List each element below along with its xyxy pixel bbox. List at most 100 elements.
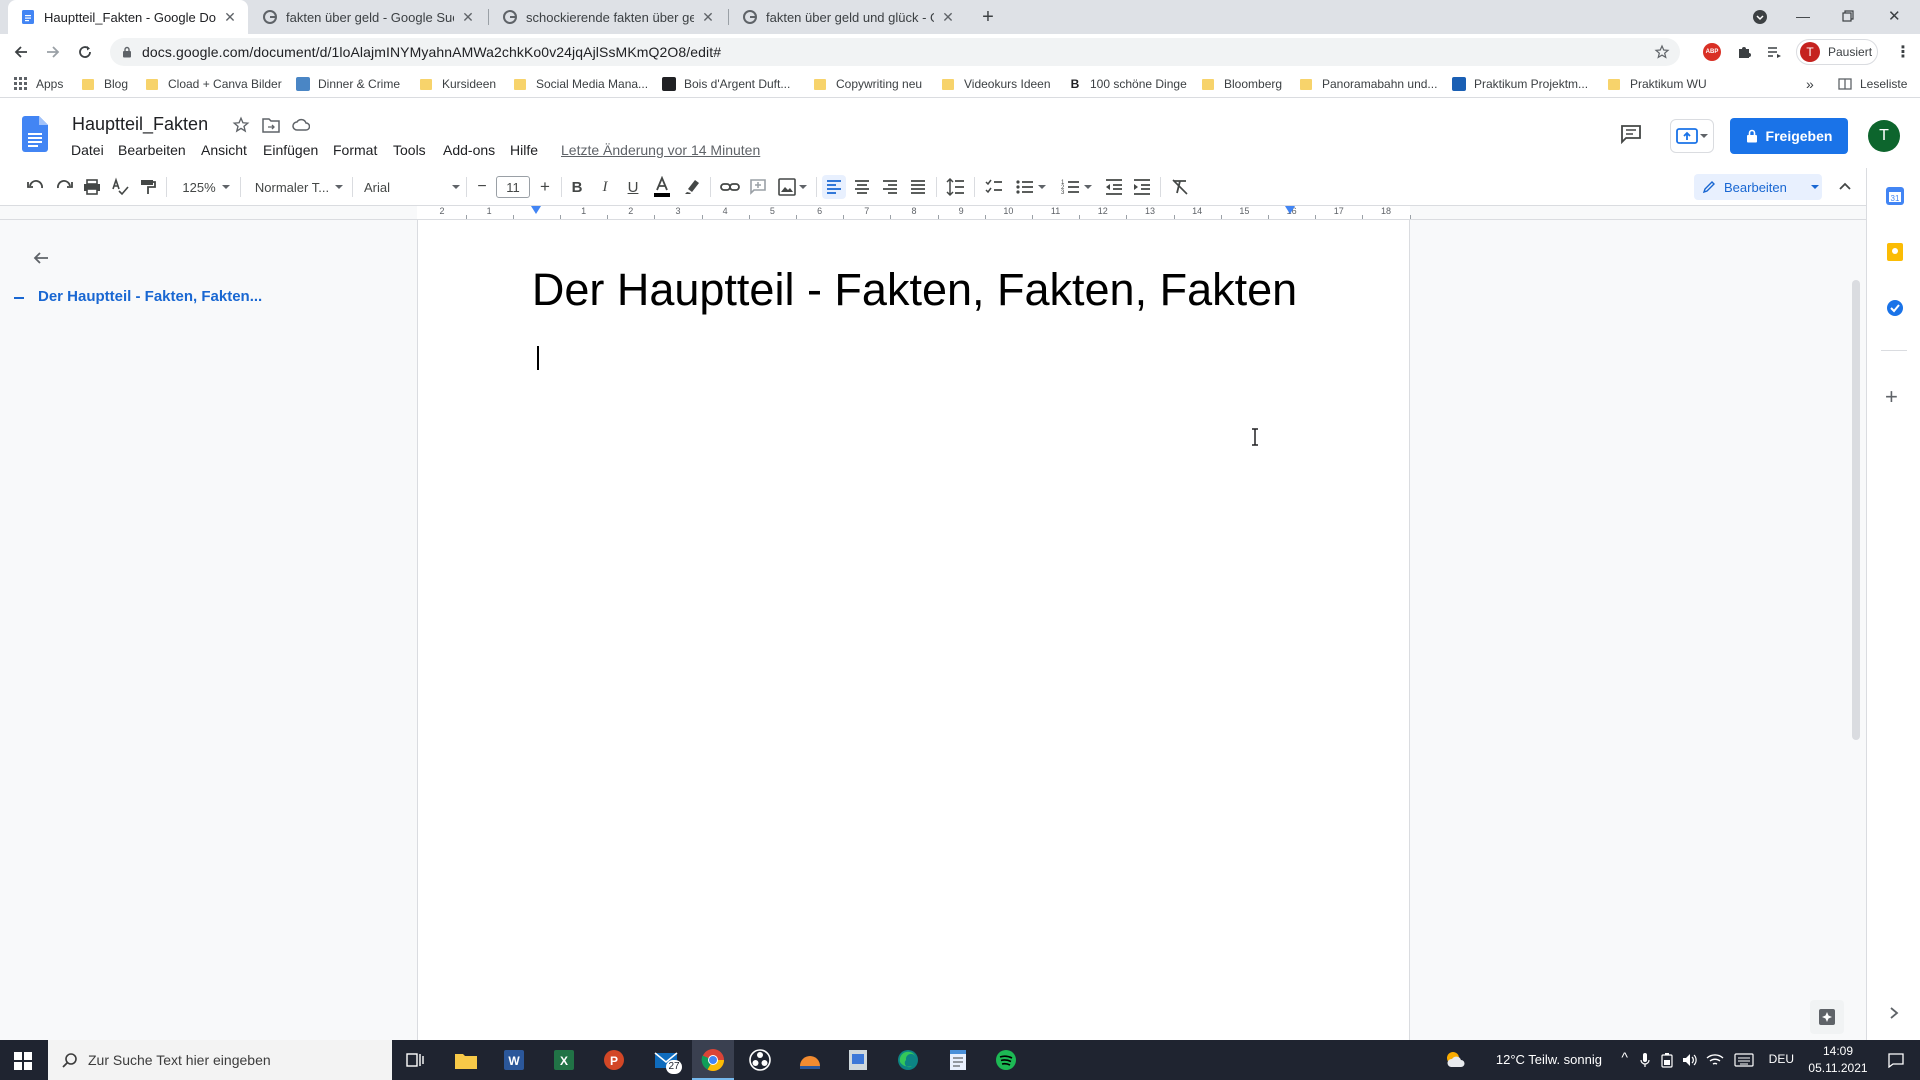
tab-close-icon[interactable]: ✕ <box>460 9 476 25</box>
windows-start-icon[interactable] <box>14 1052 32 1070</box>
outline-heading-link[interactable]: Der Hauptteil - Fakten, Fakten... <box>38 288 262 305</box>
print-icon[interactable] <box>82 176 102 198</box>
decrease-indent-icon[interactable] <box>1104 176 1124 198</box>
clock[interactable]: 14:09 05.11.2021 <box>1806 1043 1870 1077</box>
taskbar-search-box[interactable]: Zur Suche Text hier eingeben <box>48 1040 392 1080</box>
menu-einfuegen[interactable]: Einfügen <box>263 142 318 158</box>
font-size-input[interactable]: 11 <box>496 176 530 198</box>
bookmarks-overflow-icon[interactable]: » <box>1806 75 1814 93</box>
highlight-color-icon[interactable] <box>682 176 702 198</box>
tab-google-search-3[interactable]: fakten über geld und glück - Goo ✕ <box>730 0 966 34</box>
collapse-menus-chevron-up-icon[interactable] <box>1838 181 1852 191</box>
bold-icon[interactable]: B <box>568 176 586 198</box>
menu-format[interactable]: Format <box>333 142 377 158</box>
document-heading[interactable]: Der Hauptteil - Fakten, Fakten, Fakten <box>418 264 1411 316</box>
increase-font-size-icon[interactable]: + <box>537 176 553 198</box>
bookmark-videokurs[interactable]: Videokurs Ideen <box>942 75 1051 93</box>
editing-mode-select[interactable]: Bearbeiten <box>1694 174 1822 200</box>
text-color-icon[interactable] <box>652 176 672 198</box>
taskbar-app-image[interactable] <box>844 1046 872 1074</box>
bookmark-praktikum-projekt[interactable]: Praktikum Projektm... <box>1452 75 1588 93</box>
bookmark-copywriting[interactable]: Copywriting neu <box>814 75 922 93</box>
tab-search-icon[interactable] <box>1752 9 1768 25</box>
comments-icon[interactable] <box>1620 124 1642 144</box>
taskbar-chrome-active[interactable] <box>692 1040 734 1080</box>
new-tab-plus-icon[interactable]: + <box>978 7 998 27</box>
weather-text[interactable]: 12°C Teilw. sonnig <box>1496 1052 1602 1067</box>
zoom-select[interactable]: 125% <box>178 176 234 198</box>
meet-present-button[interactable] <box>1670 119 1714 153</box>
tab-google-search-2[interactable]: schockierende fakten über geld - ✕ <box>490 0 726 34</box>
bookmark-panoramabahn[interactable]: Panoramabahn und... <box>1300 75 1437 93</box>
line-spacing-icon[interactable] <box>946 176 966 198</box>
taskbar-powerpoint[interactable]: P <box>600 1046 628 1074</box>
lock-icon[interactable] <box>122 46 132 58</box>
bookmark-social-media[interactable]: Social Media Mana... <box>514 75 648 93</box>
increase-indent-icon[interactable] <box>1132 176 1152 198</box>
menu-ansicht[interactable]: Ansicht <box>201 142 247 158</box>
move-folder-icon[interactable] <box>262 117 280 133</box>
back-arrow-icon[interactable] <box>13 44 29 60</box>
paragraph-style-select[interactable]: Normaler T... <box>252 176 346 198</box>
window-close-icon[interactable]: ✕ <box>1888 7 1901 25</box>
tasks-icon[interactable] <box>1885 298 1905 318</box>
align-center-icon[interactable] <box>852 176 872 198</box>
left-indent-marker-icon[interactable] <box>531 206 541 214</box>
volume-icon[interactable] <box>1682 1052 1698 1068</box>
reload-icon[interactable] <box>77 44 93 60</box>
clear-formatting-icon[interactable] <box>1170 176 1190 198</box>
spellcheck-icon[interactable] <box>110 176 130 198</box>
bookmark-blog[interactable]: Blog <box>82 75 128 93</box>
add-comment-icon[interactable] <box>748 176 768 198</box>
tab-google-search-1[interactable]: fakten über geld - Google Suche ✕ <box>250 0 486 34</box>
insert-link-icon[interactable] <box>720 176 740 198</box>
expand-panel-chevron-right-icon[interactable] <box>1889 1006 1899 1020</box>
last-change-link[interactable]: Letzte Änderung vor 14 Minuten <box>561 142 760 158</box>
extensions-puzzle-icon[interactable] <box>1736 44 1752 60</box>
decrease-font-size-icon[interactable]: − <box>474 176 490 198</box>
menu-hilfe[interactable]: Hilfe <box>510 142 538 158</box>
forward-arrow-icon[interactable] <box>45 44 61 60</box>
align-right-icon[interactable] <box>880 176 900 198</box>
bookmark-dinner-crime[interactable]: Dinner & Crime <box>296 75 400 93</box>
cloud-saved-icon[interactable] <box>292 118 310 132</box>
paint-format-icon[interactable] <box>138 176 158 198</box>
insert-image-button[interactable] <box>776 176 808 198</box>
microphone-icon[interactable] <box>1640 1052 1650 1068</box>
bookmark-star-icon[interactable] <box>1654 44 1670 60</box>
tray-overflow-chevron-up-icon[interactable]: ^ <box>1621 1049 1628 1065</box>
bookmark-100-dinge[interactable]: B 100 schöne Dinge <box>1068 75 1187 93</box>
menu-bearbeiten[interactable]: Bearbeiten <box>118 142 186 158</box>
tab-close-icon[interactable]: ✕ <box>940 9 956 25</box>
underline-icon[interactable]: U <box>624 176 642 198</box>
taskbar-word[interactable]: W <box>500 1046 528 1074</box>
bookmark-bloomberg[interactable]: Bloomberg <box>1202 75 1282 93</box>
taskbar-obs[interactable] <box>746 1046 774 1074</box>
google-docs-logo-icon[interactable] <box>22 116 48 152</box>
bulleted-list-button[interactable] <box>1012 176 1048 198</box>
document-scrollbar[interactable] <box>1852 280 1860 740</box>
document-page[interactable]: Der Hauptteil - Fakten, Fakten, Fakten <box>417 220 1410 1040</box>
weather-sun-cloud-icon[interactable] <box>1444 1050 1466 1070</box>
redo-icon[interactable] <box>54 176 74 198</box>
tab-google-docs[interactable]: Hauptteil_Fakten - Google Docs ✕ <box>8 0 248 34</box>
calendar-icon[interactable]: 31 <box>1885 186 1905 206</box>
taskbar-excel[interactable]: X <box>550 1046 578 1074</box>
numbered-list-button[interactable]: 123 <box>1058 176 1094 198</box>
bookmark-bois-dargent[interactable]: Bois d'Argent Duft... <box>662 75 790 93</box>
taskbar-file-explorer[interactable] <box>452 1046 480 1074</box>
undo-icon[interactable] <box>26 176 46 198</box>
menu-tools[interactable]: Tools <box>393 142 426 158</box>
taskbar-spotify[interactable] <box>992 1046 1020 1074</box>
window-minimize-icon[interactable]: — <box>1796 8 1816 24</box>
battery-icon[interactable] <box>1660 1052 1674 1068</box>
tab-close-icon[interactable]: ✕ <box>700 9 716 25</box>
media-queue-icon[interactable] <box>1766 44 1782 60</box>
align-justify-icon[interactable] <box>908 176 928 198</box>
notifications-icon[interactable] <box>1888 1052 1904 1068</box>
input-language[interactable]: DEU <box>1769 1052 1794 1066</box>
right-indent-marker-icon[interactable] <box>1285 206 1295 214</box>
bookmark-kursideen[interactable]: Kursideen <box>420 75 496 93</box>
adblock-extension-icon[interactable]: ABP <box>1703 43 1721 61</box>
horizontal-ruler[interactable]: 2 1 1 2 3 4 5 6 7 8 9 10 11 12 13 14 15 16 17 18 <box>417 206 1411 220</box>
